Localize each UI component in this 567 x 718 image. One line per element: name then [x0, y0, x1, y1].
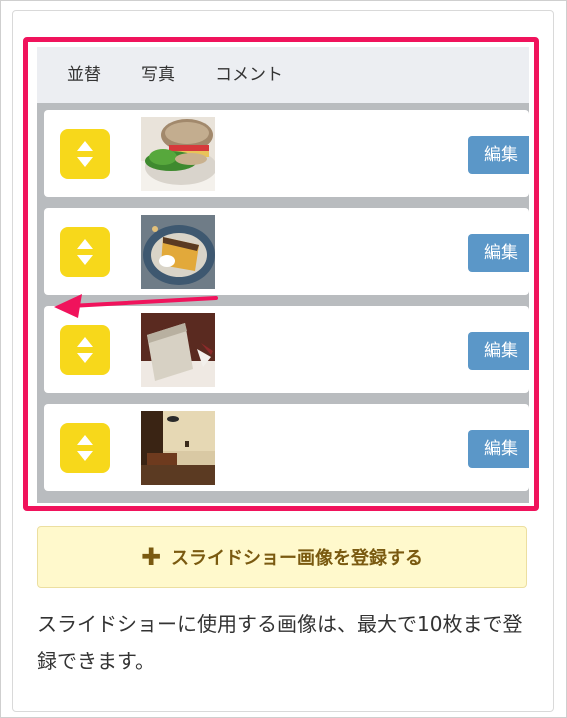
- register-button-label: スライドショー画像を登録する: [171, 548, 424, 569]
- plus-icon: ✚: [140, 543, 162, 571]
- highlight-box: [23, 37, 539, 511]
- register-slideshow-image-button[interactable]: ✚ スライドショー画像を登録する: [37, 526, 527, 588]
- help-text: スライドショーに使用する画像は、最大で10枚まで登録できます。: [37, 612, 523, 673]
